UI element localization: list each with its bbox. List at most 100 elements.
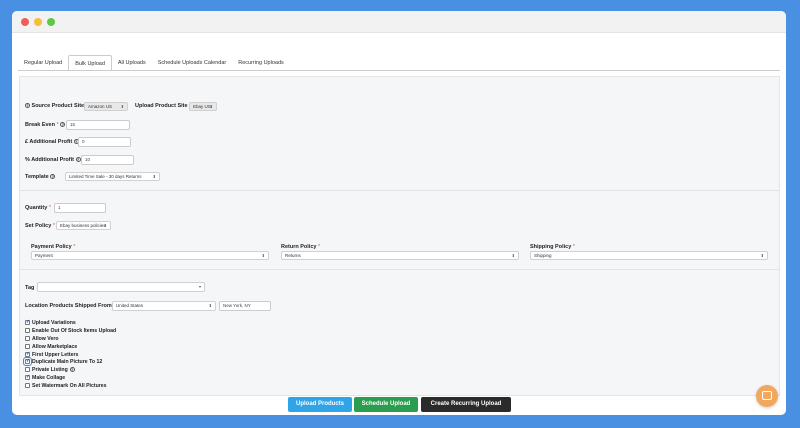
quantity-input[interactable]: 1: [54, 203, 106, 213]
tag-select[interactable]: ▾: [37, 282, 205, 292]
tab-all-uploads[interactable]: All Uploads: [112, 55, 152, 71]
template-label: Template: [25, 174, 49, 180]
checkbox-out-of-stock[interactable]: Enable Out Of Stock Items Upload: [25, 327, 116, 334]
source-site-select[interactable]: Amazon US ⬍: [84, 102, 128, 111]
help-icon[interactable]: ?: [25, 103, 30, 109]
chat-icon[interactable]: [756, 385, 778, 407]
checkbox-label: Upload Variations: [32, 319, 76, 326]
checkbox-label: First Upper Letters: [32, 351, 79, 358]
checkbox-label: Allow Marketplace: [32, 343, 78, 350]
checkbox-label: Private Listing: [32, 366, 68, 373]
payment-policy-value: Payment: [35, 253, 53, 258]
help-icon[interactable]: ?: [69, 367, 75, 372]
quantity-label-row: Quantity *: [25, 205, 51, 211]
checkbox-icon[interactable]: [25, 319, 30, 325]
minimize-window-icon[interactable]: [34, 18, 42, 26]
section-divider: [20, 190, 779, 191]
location-country-value: United States: [116, 303, 144, 308]
shipping-policy-value: Shipping: [534, 253, 552, 258]
chevron-updown-icon: ⬍: [208, 303, 212, 308]
checkbox-icon[interactable]: [25, 344, 30, 349]
template-select[interactable]: Limited Time Sale - 30 days Returns ⬍: [65, 172, 160, 181]
checkbox-label: Allow Vero: [32, 335, 59, 342]
help-icon[interactable]: ?: [75, 157, 81, 163]
section-divider: [20, 269, 779, 270]
set-policy-value: Ebay business policies: [60, 223, 106, 228]
chevron-updown-icon: ⬍: [261, 253, 265, 258]
checkbox-first-upper-letters[interactable]: First Upper Letters: [25, 351, 78, 358]
location-label: Location Products Shipped From: [25, 303, 112, 309]
checkbox-allow-marketplace[interactable]: Allow Marketplace: [25, 343, 77, 350]
schedule-upload-button[interactable]: Schedule Upload: [354, 397, 418, 412]
chevron-updown-icon: ⬍: [103, 223, 107, 228]
checkbox-icon[interactable]: [25, 351, 30, 357]
upload-site-select[interactable]: Ebay US ⬍: [189, 102, 217, 111]
checkbox-allow-vero[interactable]: Allow Vero: [25, 335, 59, 342]
checkbox-upload-variations[interactable]: Upload Variations: [25, 319, 76, 326]
location-city-input[interactable]: New York, NY: [219, 301, 271, 311]
set-policy-label: Set Policy: [25, 223, 52, 229]
chevron-updown-icon: ⬍: [209, 104, 213, 109]
source-site-label: Source Product Site: [31, 103, 85, 109]
checkbox-duplicate-main-picture[interactable]: Duplicate Main Picture To 12: [23, 357, 103, 366]
source-site-label-row: ? Source Product Site: [25, 103, 84, 109]
checkbox-set-watermark[interactable]: Set Watermark On All Pictures: [25, 382, 107, 389]
tab-schedule-calendar[interactable]: Schedule Uploads Calendar: [152, 55, 233, 71]
checkbox-label: Set Watermark On All Pictures: [32, 382, 107, 389]
set-policy-select[interactable]: Ebay business policies ⬍: [56, 221, 111, 230]
shipping-policy-label-row: Shipping Policy *: [530, 244, 575, 250]
return-policy-label: Return Policy: [281, 244, 317, 250]
payment-policy-label-row: Payment Policy *: [31, 244, 76, 250]
tab-regular-upload[interactable]: Regular Upload: [18, 55, 68, 71]
checkbox-icon[interactable]: [25, 383, 30, 388]
help-icon[interactable]: ?: [60, 122, 66, 128]
app-window: Regular Upload Bulk Upload All Uploads S…: [12, 11, 786, 415]
checkbox-label: Make Collage: [32, 374, 66, 381]
location-country-select[interactable]: United States ⬍: [112, 301, 216, 311]
shipping-policy-select[interactable]: Shipping ⬍: [530, 251, 768, 260]
upload-site-label: Upload Product Site: [135, 103, 188, 109]
break-even-input[interactable]: 15: [66, 120, 130, 130]
upload-products-button[interactable]: Upload Products: [288, 397, 352, 412]
checkbox-label: Enable Out Of Stock Items Upload: [32, 327, 117, 334]
return-policy-select[interactable]: Returns ⬍: [281, 251, 519, 260]
checkbox-make-collage[interactable]: Make Collage: [25, 374, 65, 381]
template-label-row: Template ?: [25, 174, 56, 180]
tab-bar: Regular Upload Bulk Upload All Uploads S…: [18, 55, 290, 71]
checkbox-private-listing[interactable]: Private Listing ?: [25, 366, 75, 373]
tab-bulk-upload[interactable]: Bulk Upload: [68, 55, 112, 71]
checkbox-icon[interactable]: [25, 374, 30, 380]
tag-label: Tag: [25, 285, 35, 291]
add-profit-abs-label: £ Additional Profit: [25, 139, 73, 145]
tab-recurring-uploads[interactable]: Recurring Uploads: [232, 55, 290, 71]
set-policy-label-row: Set Policy *: [25, 223, 55, 229]
break-even-label-row: Break Even * ?: [25, 122, 66, 128]
maximize-window-icon[interactable]: [47, 18, 55, 26]
help-icon[interactable]: ?: [50, 174, 56, 180]
checkbox-icon[interactable]: [25, 367, 30, 372]
template-value: Limited Time Sale - 30 days Returns: [69, 174, 142, 179]
upload-site-value: Ebay US: [193, 104, 211, 109]
checkbox-label: Duplicate Main Picture To 12: [32, 358, 103, 365]
add-profit-pct-label: % Additional Profit: [25, 157, 74, 163]
tab-divider: [18, 70, 780, 71]
checkbox-icon[interactable]: [25, 328, 30, 333]
add-profit-abs-label-row: £ Additional Profit ?: [25, 139, 79, 145]
checkbox-icon[interactable]: [23, 357, 32, 366]
add-profit-pct-input[interactable]: 10: [81, 155, 134, 165]
payment-policy-select[interactable]: Payment ⬍: [31, 251, 269, 260]
payment-policy-label: Payment Policy: [31, 244, 72, 250]
chevron-updown-icon: ⬍: [511, 253, 515, 258]
title-bar: [12, 11, 786, 33]
break-even-label: Break Even: [25, 122, 55, 128]
bulk-upload-form: ? Source Product Site Amazon US ⬍ Upload …: [19, 76, 780, 396]
shipping-policy-label: Shipping Policy: [530, 244, 572, 250]
source-site-value: Amazon US: [88, 104, 113, 109]
chevron-updown-icon: ⬍: [760, 253, 764, 258]
chevron-down-icon: ▾: [198, 284, 201, 289]
checkbox-icon[interactable]: [25, 336, 30, 341]
create-recurring-upload-button[interactable]: Create Recurring Upload: [421, 397, 511, 412]
close-window-icon[interactable]: [21, 18, 29, 26]
return-policy-label-row: Return Policy *: [281, 244, 321, 250]
add-profit-abs-input[interactable]: 0: [78, 137, 131, 147]
